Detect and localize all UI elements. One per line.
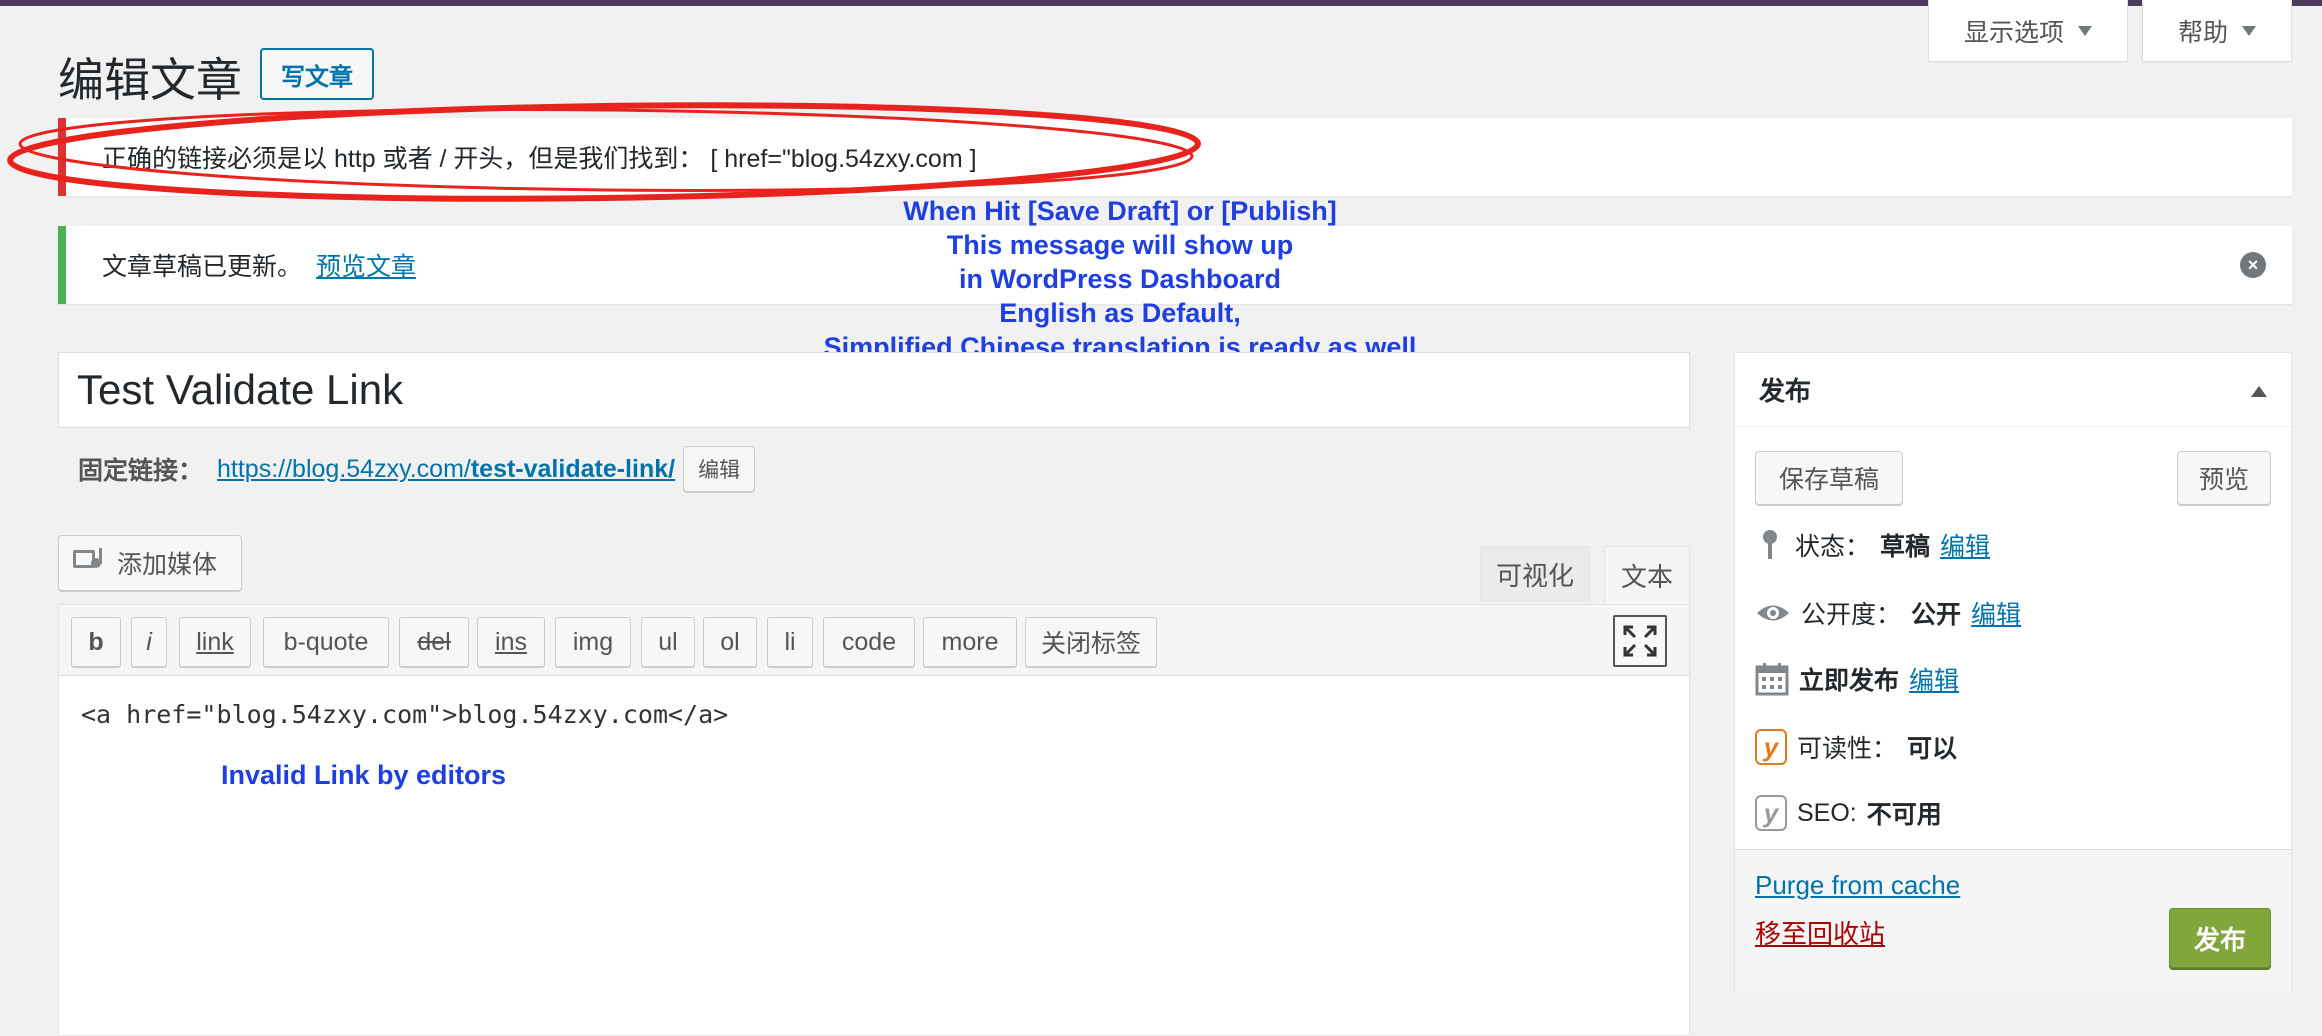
visibility-edit-link[interactable]: 编辑 <box>1971 595 2021 631</box>
readability-row: y 可读性： 可以 <box>1755 727 1957 767</box>
permalink-row: 固定链接： https://blog.54zxy.com/test-valida… <box>78 446 756 492</box>
annotation-line: in WordPress Dashboard <box>958 264 1282 294</box>
qt-code-button[interactable]: code <box>823 617 915 667</box>
qt-close-tags-button[interactable]: 关闭标签 <box>1025 617 1157 667</box>
permalink-label: 固定链接： <box>78 457 204 485</box>
seo-label: SEO: <box>1797 798 1857 827</box>
visibility-value: 公开 <box>1911 601 1962 629</box>
add-media-label: 添加媒体 <box>117 551 218 579</box>
purge-cache-link[interactable]: Purge from cache <box>1755 870 1960 901</box>
quicktags-toolbar: b i link b-quote del ins img ul ol li co… <box>58 604 1690 676</box>
readability-value: 可以 <box>1907 735 1958 763</box>
permalink-edit-button[interactable]: 编辑 <box>683 446 756 492</box>
tab-text[interactable]: 文本 <box>1604 546 1690 604</box>
qt-bold-button[interactable]: b <box>71 617 121 667</box>
editor-annotation: Invalid Link by editors <box>221 760 507 790</box>
permalink-link[interactable]: https://blog.54zxy.com/test-validate-lin… <box>217 455 675 484</box>
annotation-line: English as Default, <box>999 298 1241 328</box>
add-media-button[interactable]: 添加媒体 <box>58 535 242 591</box>
annotation-line: This message will show up <box>946 230 1294 260</box>
content-textarea[interactable]: <a href="blog.54zxy.com">blog.54zxy.com<… <box>58 676 1690 1036</box>
yoast-seo-icon: y <box>1755 795 1787 831</box>
content-code: <a href="blog.54zxy.com">blog.54zxy.com<… <box>81 700 729 729</box>
schedule-label: 立即发布 <box>1799 667 1900 695</box>
save-draft-button[interactable]: 保存草稿 <box>1755 451 1903 505</box>
qt-more-button[interactable]: more <box>923 617 1017 667</box>
tab-visual[interactable]: 可视化 <box>1480 546 1590 602</box>
qt-ol-button[interactable]: ol <box>703 617 757 667</box>
publish-box-header[interactable]: 发布 <box>1735 353 2291 427</box>
publish-box-title: 发布 <box>1759 376 1812 406</box>
yoast-readability-icon: y <box>1755 729 1787 765</box>
qt-del-button[interactable]: del <box>399 617 469 667</box>
seo-row: y SEO: 不可用 <box>1755 793 1942 833</box>
visibility-label: 公开度： <box>1801 601 1902 629</box>
post-title-input[interactable]: Test Validate Link <box>58 352 1690 428</box>
qt-blockquote-button[interactable]: b-quote <box>263 617 389 667</box>
pin-icon <box>1763 530 1777 559</box>
fullscreen-button[interactable] <box>1613 615 1667 667</box>
status-row: 状态： 草稿 编辑 <box>1755 525 1990 565</box>
publish-button[interactable]: 发布 <box>2169 908 2271 968</box>
readability-label: 可读性： <box>1797 735 1898 763</box>
schedule-edit-link[interactable]: 编辑 <box>1909 661 1959 697</box>
error-highlight-ellipse-inner <box>18 108 1194 192</box>
status-value: 草稿 <box>1880 533 1931 561</box>
collapse-arrow-icon[interactable] <box>2251 386 2267 397</box>
seo-value: 不可用 <box>1866 801 1942 829</box>
qt-link-button[interactable]: link <box>179 617 251 667</box>
expand-icon <box>1623 625 1657 657</box>
visibility-row: 公开度： 公开 编辑 <box>1755 593 2021 633</box>
annotation-text-block: When Hit [Save Draft] or [Publish] This … <box>720 194 1520 364</box>
media-icon <box>73 548 107 578</box>
schedule-row: 立即发布 编辑 <box>1755 659 1959 699</box>
qt-img-button[interactable]: img <box>555 617 631 667</box>
status-label: 状态： <box>1795 533 1871 561</box>
permalink-slug: test-validate-link/ <box>470 454 676 483</box>
annotation-line: When Hit [Save Draft] or [Publish] <box>903 196 1337 226</box>
move-to-trash-link[interactable]: 移至回收站 <box>1755 914 1885 951</box>
qt-ins-button[interactable]: ins <box>477 617 545 667</box>
publish-box: 发布 保存草稿 预览 状态： 草稿 编辑 公开度： 公开 编辑 立即发布 编辑 … <box>1734 352 2292 993</box>
preview-button[interactable]: 预览 <box>2177 451 2271 505</box>
permalink-base: https://blog.54zxy.com/ <box>217 454 471 483</box>
status-edit-link[interactable]: 编辑 <box>1940 527 1990 563</box>
qt-li-button[interactable]: li <box>767 617 813 667</box>
qt-ul-button[interactable]: ul <box>641 617 695 667</box>
qt-italic-button[interactable]: i <box>131 617 167 667</box>
calendar-icon <box>1755 663 1789 696</box>
publish-actions: Purge from cache 移至回收站 发布 <box>1735 849 2291 993</box>
eye-icon <box>1757 605 1789 621</box>
